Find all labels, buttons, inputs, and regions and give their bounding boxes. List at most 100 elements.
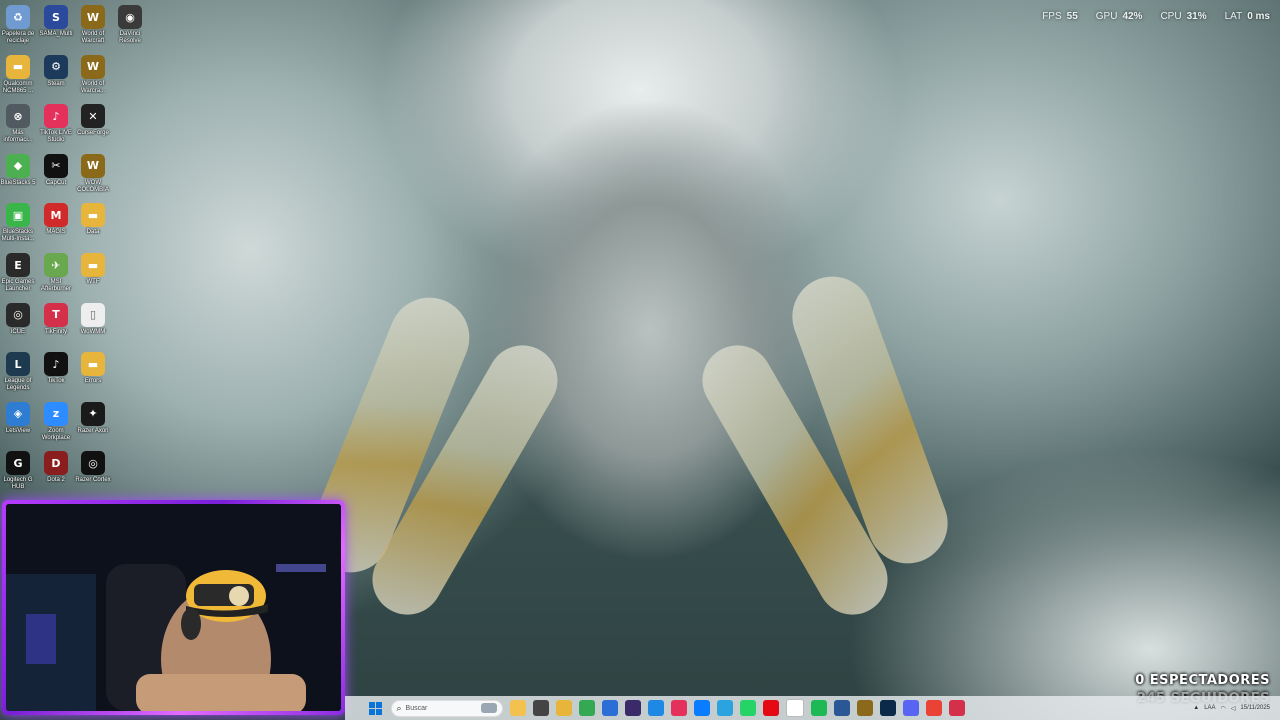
world-of-warcraft-2-icon: W bbox=[81, 54, 105, 79]
search-placeholder: Buscar bbox=[405, 704, 428, 712]
tikfinity-taskbar-icon[interactable] bbox=[949, 700, 965, 716]
chrome-icon[interactable] bbox=[579, 700, 595, 716]
tiktok-icon: ♪ bbox=[44, 352, 68, 377]
desktop-shortcut[interactable]: ◎ Razer Cortex bbox=[73, 451, 113, 484]
tiktok-taskbar-icon[interactable] bbox=[671, 700, 687, 716]
bluestacks-icon: ◆ bbox=[6, 153, 30, 178]
desktop-shortcut[interactable]: ⚙ Steam bbox=[36, 54, 76, 88]
desktop-shortcut[interactable]: W World of Warcra... bbox=[73, 54, 113, 95]
desktop-shortcut[interactable]: ▬ Data bbox=[73, 203, 113, 236]
desktop-shortcut-label: WTF bbox=[86, 279, 100, 285]
folder-icon[interactable] bbox=[556, 700, 572, 716]
desktop-shortcut[interactable]: D Dota 2 bbox=[36, 451, 76, 484]
viewers-count: 0 ESPECTADORES bbox=[1135, 673, 1270, 688]
desktop-shortcut-label: CapCut bbox=[45, 179, 67, 186]
desktop-shortcut-label: TikFinity bbox=[44, 328, 68, 335]
desktop-shortcut-label: Razer Cortex bbox=[75, 477, 111, 484]
tiktok-live-studio-icon: ♪ bbox=[44, 104, 68, 129]
desktop-shortcut[interactable]: ◎ iCUE bbox=[0, 302, 38, 336]
tray-date[interactable]: 15/11/2025 bbox=[1240, 705, 1270, 711]
desktop-shortcut[interactable]: ✦ Razer Axon bbox=[73, 401, 113, 435]
wowmm-file-icon: ▯ bbox=[81, 302, 105, 327]
desktop-shortcut[interactable]: ▬ WTF bbox=[73, 253, 113, 286]
desktop-shortcut-label: Razer Axon bbox=[77, 427, 109, 434]
desktop-shortcut[interactable]: ♪ TikTok LIVE Studio bbox=[36, 104, 76, 144]
desktop-shortcut[interactable]: ◈ LetsView bbox=[0, 401, 38, 435]
netflix-icon[interactable] bbox=[763, 700, 779, 716]
desktop-shortcut[interactable]: S SAMA_Multi bbox=[36, 5, 76, 38]
desktop-shortcut[interactable]: ⊗ Más informaci... bbox=[0, 104, 38, 144]
tikfinity-icon: T bbox=[44, 302, 68, 327]
desktop-shortcut[interactable]: W World of Warcraft bbox=[73, 5, 113, 45]
lightroom-icon[interactable] bbox=[880, 700, 896, 716]
desktop-shortcut[interactable]: E Epic Games Launcher bbox=[0, 253, 38, 293]
sama-multi-icon: S bbox=[44, 5, 68, 29]
taskbar-search[interactable]: ⌕ Buscar bbox=[390, 699, 503, 717]
desktop-shortcut[interactable]: T TikFinity bbox=[36, 302, 76, 336]
desktop-shortcut[interactable]: ◆ BlueStacks 5 bbox=[0, 153, 38, 187]
telegram-icon[interactable] bbox=[717, 700, 733, 716]
tray-language[interactable]: LAA bbox=[1204, 705, 1215, 711]
league-of-legends-icon: L bbox=[6, 352, 30, 377]
desktop-shortcut[interactable]: ✕ CurseForge bbox=[73, 104, 113, 137]
desktop-shortcut[interactable]: ▬ Qualcomm NCM865 ... bbox=[0, 54, 38, 95]
spotify-icon[interactable] bbox=[811, 700, 827, 716]
tray-overflow-icon[interactable]: ▲ bbox=[1193, 705, 1199, 711]
desktop-shortcut[interactable]: G Logitech G HUB bbox=[0, 451, 38, 491]
qualcomm-folder-icon: ▬ bbox=[6, 54, 30, 79]
desktop-shortcut[interactable]: W WOW COLOMBIA bbox=[73, 153, 113, 194]
latency-readout: LAT 0 ms bbox=[1224, 11, 1270, 22]
performance-overlay: FPS 55 GPU 42% CPU 31% LAT 0 ms bbox=[1042, 11, 1270, 22]
obs-icon[interactable] bbox=[625, 700, 641, 716]
desktop-shortcut-label: Qualcomm NCM865 ... bbox=[2, 80, 34, 94]
gpu-readout: GPU 42% bbox=[1095, 11, 1143, 22]
desktop-shortcut[interactable]: M MAGIS bbox=[36, 203, 76, 236]
desktop-shortcut-label: MAGIS bbox=[46, 229, 66, 236]
task-view-icon[interactable] bbox=[533, 700, 549, 716]
cpu-readout: CPU 31% bbox=[1160, 11, 1207, 22]
desktop-shortcut[interactable]: ▬ Errors bbox=[73, 352, 113, 385]
system-tray: ▲ LAA ◠ ◁ 15/11/2025 bbox=[1193, 705, 1280, 712]
desktop-shortcut[interactable]: ◉ DaVinci Resolve bbox=[110, 5, 150, 45]
wifi-icon[interactable]: ◠ bbox=[1221, 705, 1226, 712]
desktop-shortcut-label: TikTok LIVE Studio bbox=[40, 130, 72, 144]
store-icon[interactable] bbox=[602, 700, 618, 716]
webcam-overlay bbox=[2, 500, 345, 715]
davinci-resolve-icon: ◉ bbox=[118, 5, 142, 29]
search-icon: ⌕ bbox=[396, 702, 402, 713]
desktop-shortcut[interactable]: ▯ WoWMM bbox=[73, 302, 113, 336]
steam-icon: ⚙ bbox=[44, 54, 68, 79]
taskbar: ⌕ Buscar ▲ LAA ◠ ◁ 15/11/2025 bbox=[345, 696, 1280, 720]
msi-afterburner-icon: ✈ bbox=[44, 253, 68, 277]
desktop-shortcut[interactable]: ▣ BlueStacks Multi-Insta... bbox=[0, 203, 38, 243]
phone-link-icon[interactable] bbox=[648, 700, 664, 716]
wow-taskbar-icon[interactable] bbox=[857, 700, 873, 716]
desktop-shortcut[interactable]: ✂ CapCut bbox=[36, 153, 76, 187]
visual-studio-icon[interactable] bbox=[834, 700, 850, 716]
whatsapp-icon[interactable] bbox=[740, 700, 756, 716]
desktop-shortcut-label: SAMA_Multi bbox=[39, 31, 73, 37]
desktop-shortcut[interactable]: z Zoom Workplace bbox=[36, 401, 76, 442]
search-highlight-icon bbox=[480, 703, 497, 713]
desktop-shortcut-label: Errors bbox=[84, 378, 102, 385]
desktop-shortcut-label: Data bbox=[86, 229, 100, 236]
start-button[interactable] bbox=[367, 700, 383, 716]
desktop-shortcut[interactable]: ♪ TikTok bbox=[36, 352, 76, 385]
file-explorer-icon[interactable] bbox=[510, 700, 526, 716]
chrome-2-icon[interactable] bbox=[926, 700, 942, 716]
mas-informacion-icon: ⊗ bbox=[6, 104, 30, 129]
desktop-shortcut[interactable]: L League of Legends bbox=[0, 352, 38, 392]
notepad-icon[interactable] bbox=[786, 699, 804, 717]
windows-logo-icon bbox=[368, 701, 382, 715]
desktop-shortcut[interactable]: ♻ Papelera de reciclaje bbox=[0, 5, 38, 45]
desktop-shortcut[interactable]: ✈ MSI Afterburner bbox=[36, 253, 76, 293]
world-of-warcraft-icon: W bbox=[81, 5, 105, 29]
magis-icon: M bbox=[44, 203, 68, 228]
volume-icon[interactable]: ◁ bbox=[1231, 705, 1236, 712]
taskbar-apps bbox=[507, 699, 969, 717]
desktop-shortcut-label: Logitech G HUB bbox=[3, 477, 33, 491]
discord-icon[interactable] bbox=[903, 700, 919, 716]
messenger-icon[interactable] bbox=[694, 700, 710, 716]
desktop-shortcut-label: MSI Afterburner bbox=[40, 279, 71, 292]
errors-folder-icon: ▬ bbox=[81, 352, 105, 377]
